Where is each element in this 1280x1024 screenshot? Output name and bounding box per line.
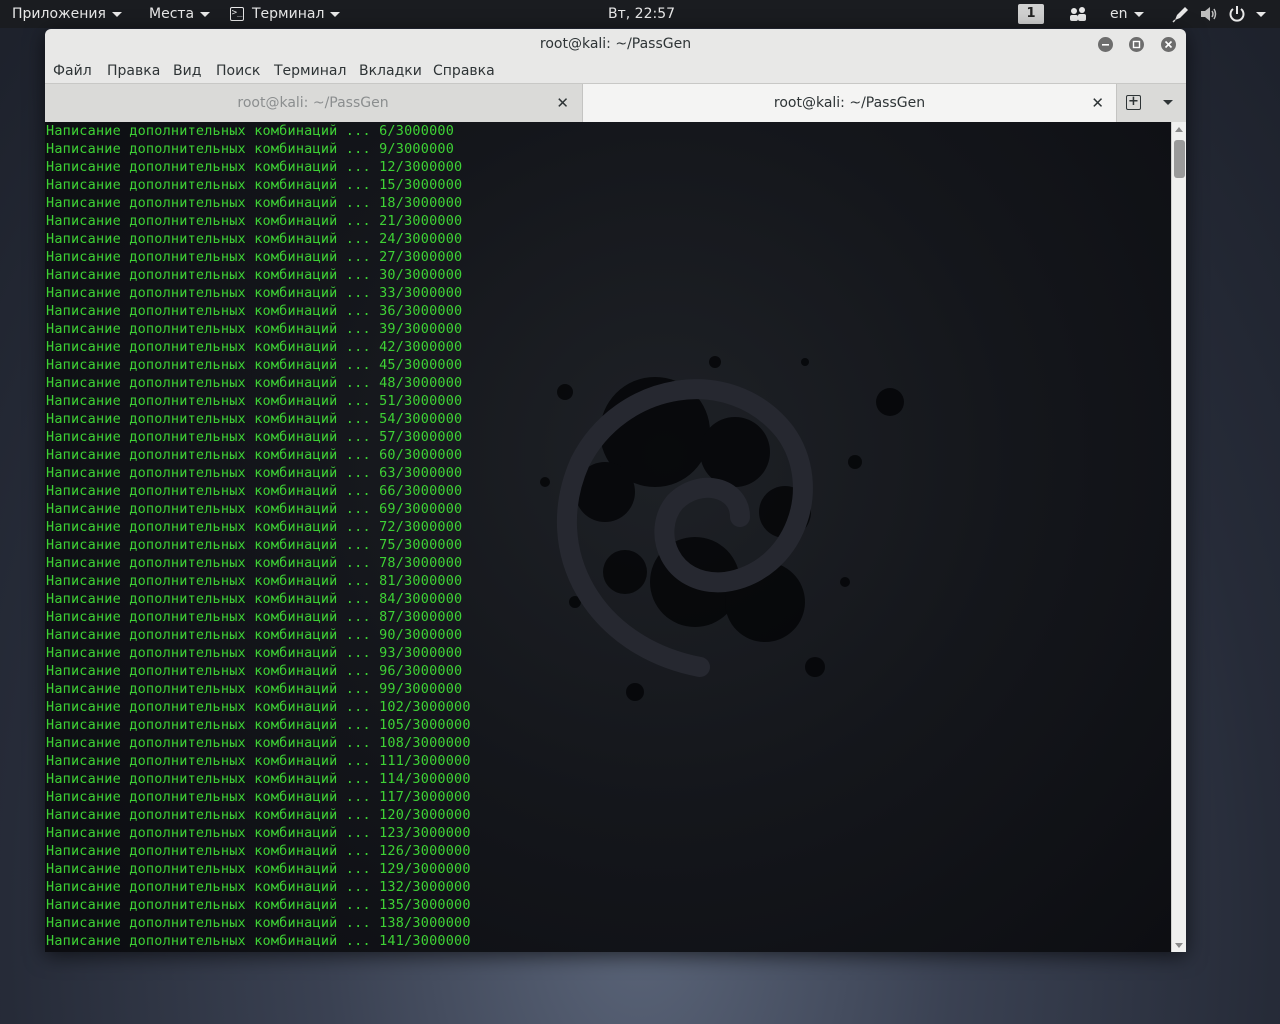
tab-label: root@kali: ~/PassGen	[773, 95, 926, 111]
terminal-line: Написание дополнительных комбинаций ... …	[46, 771, 471, 787]
menu-tabs[interactable]: Вкладки	[359, 63, 422, 79]
terminal-line: Написание дополнительных комбинаций ... …	[46, 483, 463, 499]
terminal-line: Написание дополнительных комбинаций ... …	[46, 357, 463, 373]
tab-2[interactable]: root@kali: ~/PassGen ✕	[582, 84, 1117, 122]
caret-down-icon[interactable]	[1256, 12, 1266, 17]
terminal-line: Написание дополнительных комбинаций ... …	[46, 447, 463, 463]
terminal-line: Написание дополнительных комбинаций ... …	[46, 159, 463, 175]
language-label: en	[1110, 6, 1128, 22]
terminal-line: Написание дополнительных комбинаций ... …	[46, 645, 463, 661]
terminal-line: Написание дополнительных комбинаций ... …	[46, 465, 463, 481]
terminal-line: Написание дополнительных комбинаций ... …	[46, 825, 471, 841]
terminal-line: Написание дополнительных комбинаций ... …	[46, 897, 471, 913]
terminal-app-menu[interactable]: >_ Терминал	[230, 0, 341, 28]
terminal-line: Написание дополнительных комбинаций ... …	[46, 609, 463, 625]
terminal-line: Написание дополнительных комбинаций ... …	[46, 627, 463, 643]
top-bar: Приложения Места >_ Терминал Вт, 22:57 1 …	[0, 0, 1280, 28]
places-label: Места	[149, 6, 195, 22]
terminal-app-icon: >_	[230, 7, 244, 21]
scroll-down-icon[interactable]	[1175, 943, 1183, 948]
tab-bar: root@kali: ~/PassGen ✕ root@kali: ~/Pass…	[45, 83, 1186, 123]
caret-down-icon	[330, 11, 341, 17]
terminal-line: Написание дополнительных комбинаций ... …	[46, 915, 471, 931]
terminal-line: Написание дополнительных комбинаций ... …	[46, 681, 463, 697]
terminal-line: Написание дополнительных комбинаций ... …	[46, 555, 463, 571]
tab-menu-icon[interactable]	[1163, 100, 1173, 105]
scrollbar[interactable]	[1171, 122, 1186, 952]
menu-help[interactable]: Справка	[433, 63, 495, 79]
terminal-line: Написание дополнительных комбинаций ... …	[46, 879, 471, 895]
terminal-line: Написание дополнительных комбинаций ... …	[46, 573, 463, 589]
menu-edit[interactable]: Правка	[107, 63, 160, 79]
terminal-output[interactable]: Написание дополнительных комбинаций ... …	[45, 122, 1171, 952]
scroll-up-icon[interactable]	[1175, 127, 1183, 132]
terminal-line: Написание дополнительных комбинаций ... …	[46, 213, 463, 229]
menu-file[interactable]: Файл	[53, 63, 92, 79]
terminal-line: Написание дополнительных комбинаций ... …	[46, 861, 471, 877]
terminal-line: Написание дополнительных комбинаций ... …	[46, 321, 463, 337]
minimize-icon[interactable]	[1098, 37, 1113, 52]
places-menu[interactable]: Места	[149, 0, 211, 28]
language-selector[interactable]: en	[1110, 0, 1144, 28]
new-tab-icon[interactable]: +	[1126, 95, 1141, 110]
tab-label: root@kali: ~/PassGen	[237, 95, 389, 111]
applications-menu[interactable]: Приложения	[12, 0, 122, 28]
terminal-line: Написание дополнительных комбинаций ... …	[46, 303, 463, 319]
menu-search[interactable]: Поиск	[216, 63, 260, 79]
maximize-icon[interactable]	[1129, 37, 1144, 52]
terminal-line: Написание дополнительных комбинаций ... …	[46, 591, 463, 607]
close-icon[interactable]: ✕	[1091, 84, 1104, 122]
terminal-line: Написание дополнительных комбинаций ... …	[46, 123, 455, 139]
terminal-line: Написание дополнительных комбинаций ... …	[46, 699, 471, 715]
debian-swirl-logo	[540, 356, 904, 701]
terminal-line: Написание дополнительных комбинаций ... …	[46, 231, 463, 247]
menu-terminal[interactable]: Терминал	[274, 63, 346, 79]
terminal-line: Написание дополнительных комбинаций ... …	[46, 267, 463, 283]
pen-icon[interactable]	[1172, 5, 1190, 23]
terminal-line: Написание дополнительных комбинаций ... …	[46, 141, 455, 157]
terminal-line: Написание дополнительных комбинаций ... …	[46, 843, 471, 859]
terminal-line: Написание дополнительных комбинаций ... …	[46, 933, 471, 949]
terminal-line: Написание дополнительных комбинаций ... …	[46, 789, 471, 805]
clock[interactable]: Вт, 22:57	[608, 0, 675, 28]
people-icon[interactable]	[1069, 6, 1087, 22]
terminal-line: Написание дополнительных комбинаций ... …	[46, 195, 463, 211]
terminal-line: Написание дополнительных комбинаций ... …	[46, 177, 463, 193]
terminal-line: Написание дополнительных комбинаций ... …	[46, 519, 463, 535]
terminal-line: Написание дополнительных комбинаций ... …	[46, 249, 463, 265]
close-icon[interactable]	[1161, 37, 1176, 52]
terminal-line: Написание дополнительных комбинаций ... …	[46, 753, 471, 769]
caret-down-icon	[111, 11, 122, 17]
applications-label: Приложения	[12, 6, 106, 22]
window-title: root@kali: ~/PassGen	[539, 36, 692, 52]
terminal-line: Написание дополнительных комбинаций ... …	[46, 501, 463, 517]
terminal-lines: Написание дополнительных комбинаций ... …	[46, 122, 471, 950]
menu-bar: Файл Правка Вид Поиск Терминал Вкладки С…	[45, 61, 1186, 83]
caret-down-icon	[1133, 11, 1144, 17]
terminal-line: Написание дополнительных комбинаций ... …	[46, 537, 463, 553]
power-icon[interactable]	[1228, 5, 1246, 23]
terminal-line: Написание дополнительных комбинаций ... …	[46, 663, 463, 679]
caret-down-icon	[200, 11, 211, 17]
terminal-line: Написание дополнительных комбинаций ... …	[46, 735, 471, 751]
terminal-line: Написание дополнительных комбинаций ... …	[46, 411, 463, 427]
terminal-line: Написание дополнительных комбинаций ... …	[46, 285, 463, 301]
volume-icon[interactable]	[1199, 5, 1219, 23]
terminal-window: root@kali: ~/PassGen Файл Правка Вид Пои…	[45, 29, 1186, 952]
title-bar[interactable]: root@kali: ~/PassGen	[45, 29, 1186, 61]
scrollbar-thumb[interactable]	[1174, 140, 1185, 178]
terminal-line: Написание дополнительных комбинаций ... …	[46, 375, 463, 391]
terminal-app-label: Терминал	[252, 6, 325, 22]
terminal-line: Написание дополнительных комбинаций ... …	[46, 393, 463, 409]
menu-view[interactable]: Вид	[173, 63, 201, 79]
workspace-indicator[interactable]: 1	[1018, 4, 1044, 24]
terminal-line: Написание дополнительных комбинаций ... …	[46, 807, 471, 823]
close-icon[interactable]: ✕	[556, 84, 569, 122]
terminal-line: Написание дополнительных комбинаций ... …	[46, 429, 463, 445]
tab-1[interactable]: root@kali: ~/PassGen ✕	[45, 84, 581, 122]
terminal-line: Написание дополнительных комбинаций ... …	[46, 339, 463, 355]
terminal-line: Написание дополнительных комбинаций ... …	[46, 717, 471, 733]
